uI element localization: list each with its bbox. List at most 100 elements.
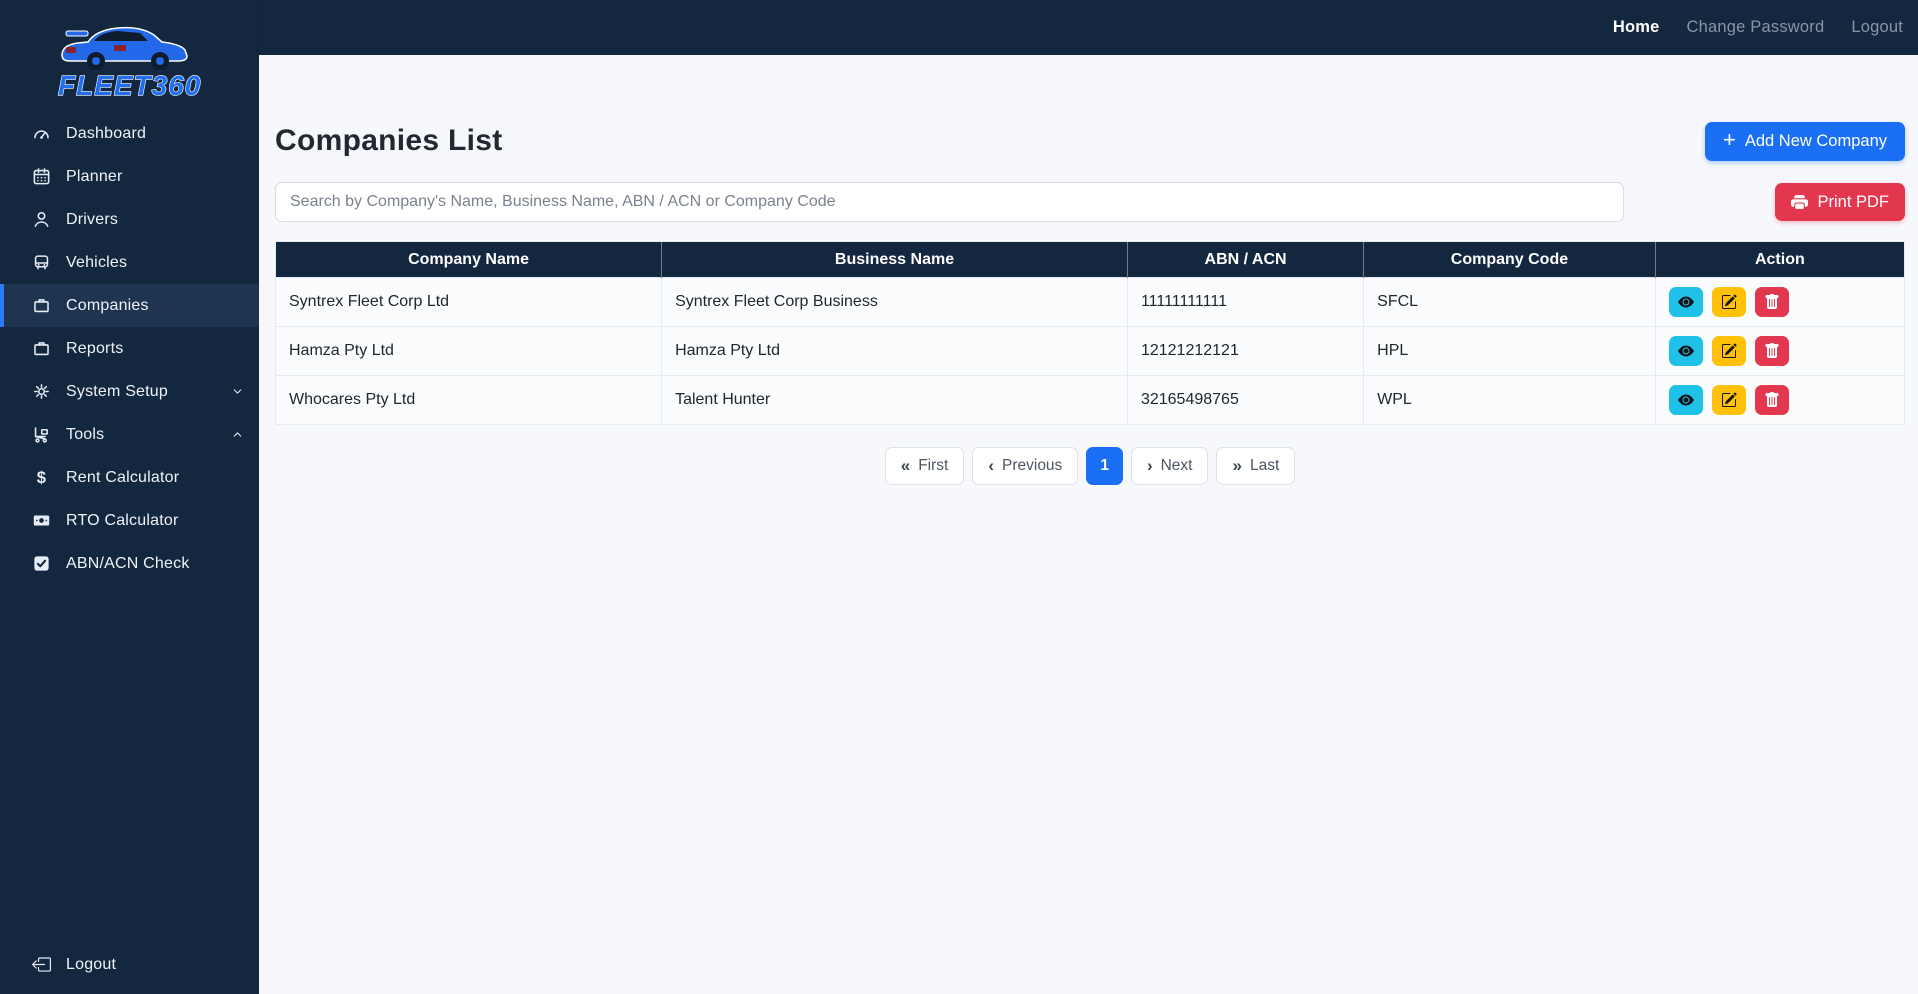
pagination-next-label: Next [1160, 457, 1193, 474]
main-content: Companies List + Add New Company Print P… [259, 55, 1918, 994]
companies-table: Company Name Business Name ABN / ACN Com… [274, 241, 1906, 425]
cell-company-name: Hamza Pty Ltd [274, 326, 663, 376]
column-header-abn-acn: ABN / ACN [1127, 241, 1365, 278]
sidebar-item-label: Rent Calculator [66, 468, 180, 486]
trash-icon [1765, 294, 1779, 309]
add-new-company-button[interactable]: + Add New Company [1704, 121, 1905, 161]
sidebar-item-label: Planner [66, 167, 123, 185]
edit-button[interactable] [1711, 336, 1746, 366]
sidebar-item-vehicles[interactable]: Vehicles [0, 241, 259, 284]
sidebar-item-label: Tools [66, 425, 105, 443]
sidebar-item-label: Reports [66, 339, 124, 357]
topbar-change-password-link[interactable]: Change Password [1687, 18, 1825, 37]
check-square-icon [31, 554, 51, 574]
sidebar-item-label: Vehicles [66, 253, 128, 271]
sidebar-item-label: Dashboard [66, 124, 147, 142]
briefcase-icon [31, 296, 51, 316]
sidebar-item-rto-calculator[interactable]: RTO Calculator [0, 499, 259, 542]
delete-button[interactable] [1754, 287, 1789, 317]
sidebar-item-label: Drivers [66, 210, 119, 228]
chevron-left-icon: ‹ [988, 456, 994, 475]
table-row: Whocares Pty Ltd Talent Hunter 321654987… [274, 375, 1906, 425]
delete-button[interactable] [1754, 385, 1789, 415]
cell-company-code: WPL [1363, 375, 1656, 425]
cash-icon [31, 511, 51, 531]
sidebar-logout-label: Logout [66, 955, 117, 973]
trash-icon [1765, 392, 1779, 407]
cell-business-name: Syntrex Fleet Corp Business [661, 277, 1128, 327]
eye-icon [1677, 394, 1694, 406]
cell-business-name: Talent Hunter [661, 375, 1128, 425]
sidebar: FLEET360 Dashboard Planner Drivers Vehic… [0, 0, 259, 994]
chevrons-right-icon: » [1232, 456, 1242, 475]
plus-icon: + [1722, 127, 1736, 152]
topbar-home-link[interactable]: Home [1613, 18, 1660, 37]
sidebar-item-system-setup[interactable]: System Setup [0, 370, 259, 413]
calendar-icon [31, 167, 51, 187]
tools-icon [31, 425, 51, 445]
topbar: Home Change Password Logout [259, 0, 1918, 55]
brand-name: FLEET360 [58, 70, 201, 101]
table-row: Hamza Pty Ltd Hamza Pty Ltd 12121212121 … [274, 326, 1906, 376]
sidebar-item-rent-calculator[interactable]: $ Rent Calculator [0, 456, 259, 499]
cell-abn-acn: 12121212121 [1126, 326, 1365, 376]
print-pdf-button[interactable]: Print PDF [1775, 183, 1905, 221]
sidebar-item-drivers[interactable]: Drivers [0, 198, 259, 241]
view-button[interactable] [1668, 287, 1703, 317]
edit-button[interactable] [1711, 287, 1746, 317]
cell-company-code: SFCL [1363, 277, 1656, 327]
cell-abn-acn: 32165498765 [1126, 375, 1365, 425]
eye-icon [1677, 345, 1694, 357]
column-header-business-name: Business Name [661, 241, 1128, 278]
chevron-up-icon [231, 428, 244, 441]
delete-button[interactable] [1754, 336, 1789, 366]
sidebar-item-abn-acn-check[interactable]: ABN/ACN Check [0, 542, 259, 585]
pagination-first-label: First [918, 457, 949, 474]
sidebar-item-tools[interactable]: Tools [0, 413, 259, 456]
cell-company-code: HPL [1363, 326, 1656, 376]
cell-company-name: Syntrex Fleet Corp Ltd [274, 277, 663, 327]
dollar-icon: $ [31, 468, 51, 488]
sidebar-logout-button[interactable]: Logout [0, 943, 259, 986]
pagination-previous-label: Previous [1002, 457, 1063, 474]
pagination-last-label: Last [1249, 457, 1280, 474]
sidebar-item-reports[interactable]: Reports [0, 327, 259, 370]
pagination-next-button[interactable]: › Next [1130, 447, 1209, 485]
topbar-logout-link[interactable]: Logout [1851, 18, 1903, 37]
sidebar-item-label: RTO Calculator [66, 511, 179, 529]
sidebar-item-planner[interactable]: Planner [0, 155, 259, 198]
pagination-last-button[interactable]: » Last [1216, 447, 1296, 485]
edit-button[interactable] [1711, 385, 1746, 415]
chevron-right-icon: › [1146, 456, 1153, 475]
view-button[interactable] [1668, 336, 1703, 366]
sidebar-item-label: System Setup [66, 382, 169, 400]
search-input[interactable] [275, 182, 1624, 222]
cell-abn-acn: 11111111111 [1126, 277, 1365, 327]
sidebar-item-companies[interactable]: Companies [0, 284, 259, 327]
chevron-down-icon [231, 385, 244, 398]
pagination-previous-button[interactable]: ‹ Previous [972, 447, 1079, 485]
cell-business-name: Hamza Pty Ltd [661, 326, 1128, 376]
pagination-page-1-button[interactable]: 1 [1086, 447, 1123, 485]
add-new-company-label: Add New Company [1744, 131, 1887, 150]
app-window: FLEET360 Dashboard Planner Drivers Vehic… [0, 0, 1918, 994]
sidebar-item-label: ABN/ACN Check [66, 554, 190, 572]
sidebar-item-dashboard[interactable]: Dashboard [0, 112, 259, 155]
vehicle-front-icon [31, 253, 51, 273]
sidebar-nav: Dashboard Planner Drivers Vehicles Compa… [0, 112, 259, 585]
chevrons-left-icon: « [900, 456, 911, 475]
box-arrow-left-icon [31, 955, 51, 975]
column-header-company-code: Company Code [1363, 241, 1656, 278]
person-icon [31, 210, 51, 230]
fleet360-logo-icon: FLEET360 [57, 26, 201, 102]
page-title: Companies List [275, 124, 503, 157]
pagination: « First ‹ Previous 1 › Next » Last [275, 447, 1905, 485]
brand-logo[interactable]: FLEET360 [0, 0, 259, 112]
print-pdf-label: Print PDF [1817, 192, 1889, 211]
speedometer-icon [31, 124, 51, 144]
pencil-square-icon [1721, 392, 1737, 407]
view-button[interactable] [1668, 385, 1703, 415]
eye-icon [1677, 296, 1694, 308]
pagination-first-button[interactable]: « First [884, 447, 965, 485]
column-header-company-name: Company Name [275, 241, 663, 278]
